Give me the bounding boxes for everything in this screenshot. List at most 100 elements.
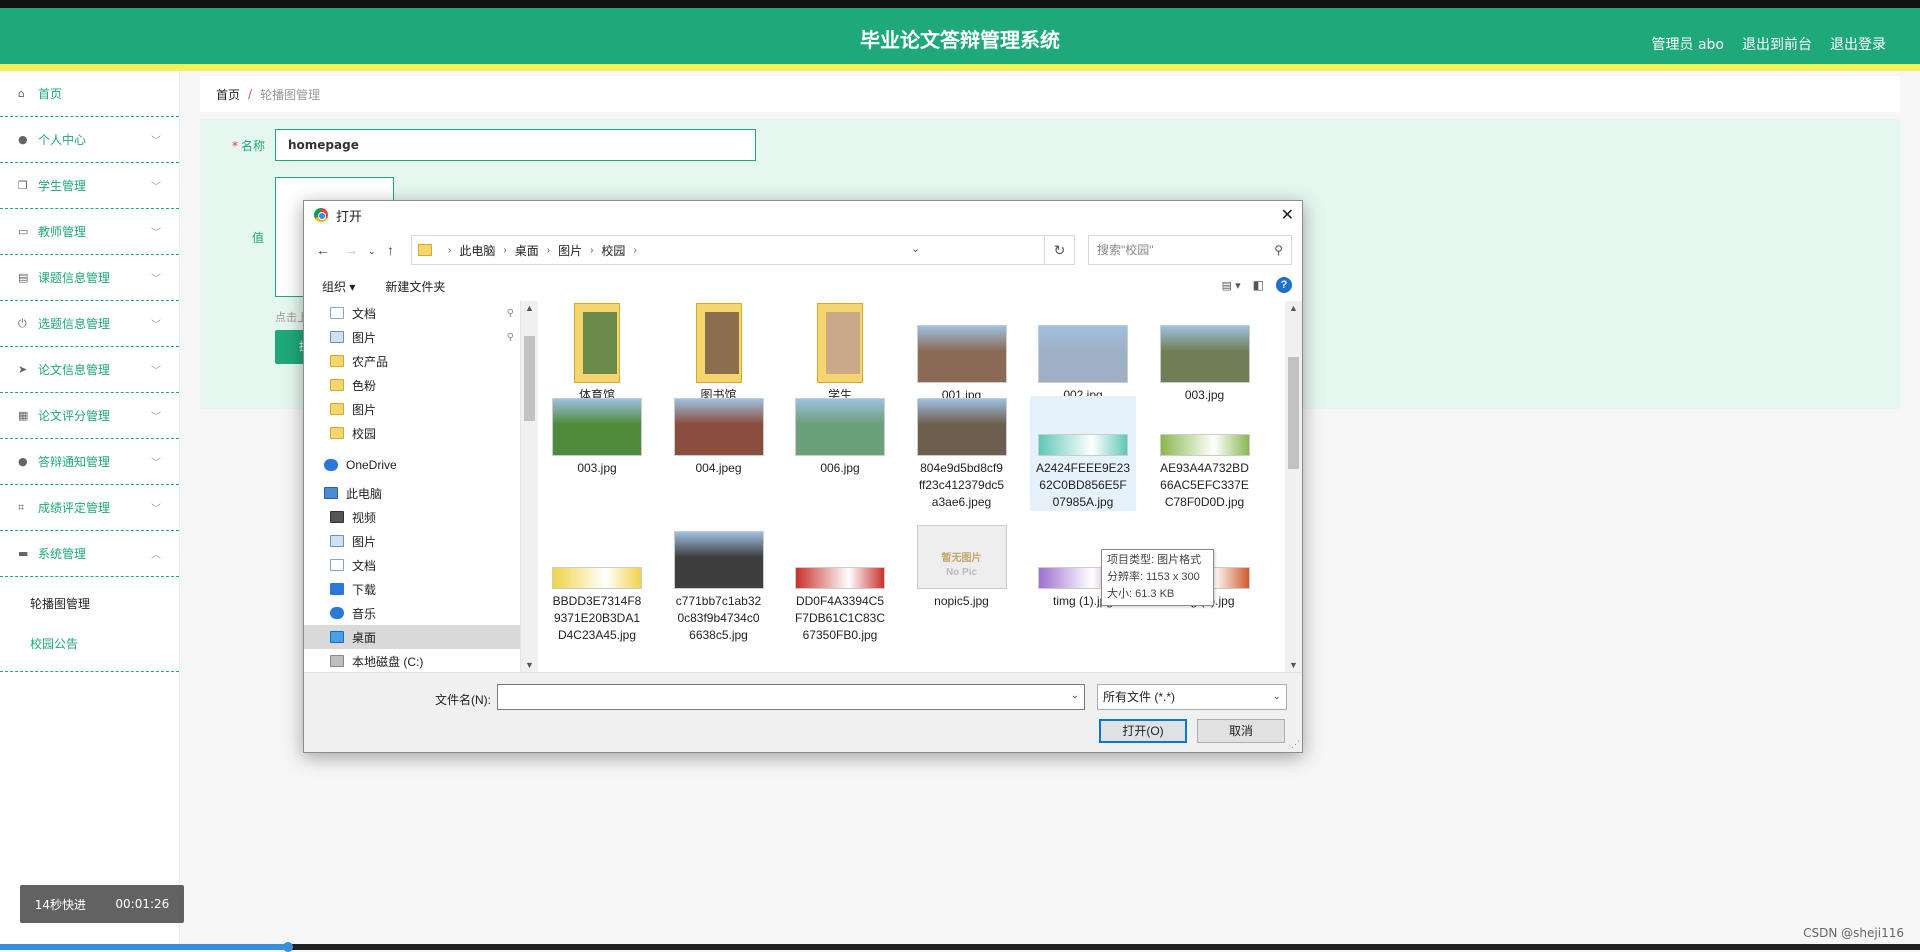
sidebar-item[interactable]: ⌗ 成绩评定管理 ﹀ xyxy=(0,485,179,531)
view-options-icon[interactable]: ▤ ▾ xyxy=(1222,279,1241,292)
address-crumb[interactable]: 图片 xyxy=(558,242,582,259)
tree-item[interactable]: 视频 xyxy=(304,505,520,529)
search-input[interactable]: 搜索"校园" ⚲ xyxy=(1088,235,1292,265)
file-item[interactable]: DD0F4A3394C5 F7DB61C1C83C 67350FB0.jpg xyxy=(787,529,893,644)
preview-pane-icon[interactable]: ◧ xyxy=(1253,278,1264,292)
file-item[interactable]: A2424FEEE9E23 62C0BD856E5F 07985A.jpg xyxy=(1030,396,1136,511)
sidebar-item[interactable]: ❐ 学生管理 ﹀ xyxy=(0,163,179,209)
scroll-thumb[interactable] xyxy=(1288,357,1299,469)
chevron-right-icon[interactable]: › xyxy=(590,245,593,256)
close-icon[interactable]: ✕ xyxy=(1281,205,1294,225)
scroll-thumb[interactable] xyxy=(524,336,535,421)
tree-item-label: 桌面 xyxy=(352,630,377,645)
thumbnail-area: 暂无图片 No Pic xyxy=(909,525,1015,593)
address-crumb[interactable]: 桌面 xyxy=(515,242,539,259)
file-item[interactable]: BBDD3E7314F8 9371E20B3DA1 D4C23A45.jpg xyxy=(544,529,650,644)
file-item[interactable]: 004.jpeg xyxy=(666,396,772,477)
address-bar[interactable]: › 此电脑 › 桌面 › 图片 › 校园 › xyxy=(411,235,1045,265)
chevron-down-icon: ﹀ xyxy=(151,366,161,377)
sidebar-item[interactable]: ⏻ 选题信息管理 ﹀ xyxy=(0,301,179,347)
filename-input[interactable]: ⌄ xyxy=(497,684,1085,710)
file-item[interactable]: 003.jpg xyxy=(1152,303,1258,404)
file-item[interactable]: 002.jpg xyxy=(1030,303,1136,404)
open-button[interactable]: 打开(O) xyxy=(1099,719,1187,743)
help-icon[interactable]: ? xyxy=(1276,277,1292,293)
scroll-down-icon[interactable]: ▼ xyxy=(525,660,534,670)
tree-item[interactable]: 音乐 xyxy=(304,601,520,625)
tree-item[interactable]: 下载 xyxy=(304,577,520,601)
scroll-up-icon[interactable]: ▲ xyxy=(525,303,534,313)
file-item[interactable]: 001.jpg xyxy=(909,303,1015,404)
submenu-item[interactable]: 轮播图管理 xyxy=(0,583,179,623)
tree-item[interactable]: 图片 ⚲ xyxy=(304,325,520,349)
video-progress-knob[interactable] xyxy=(283,942,293,952)
submenu-item[interactable]: 校园公告 xyxy=(0,623,179,663)
sidebar-item[interactable]: ● 答辩通知管理 ﹀ xyxy=(0,439,179,485)
tree-item-label: 图片 xyxy=(352,402,377,417)
forward-arrow-icon[interactable]: → xyxy=(344,242,358,258)
tree-item[interactable]: 此电脑 xyxy=(304,481,520,505)
sidebar-item[interactable]: ⌂ 首页 xyxy=(0,71,179,117)
filetype-select[interactable]: 所有文件 (*.*) ⌄ xyxy=(1097,684,1287,710)
tree-item[interactable]: 文档 ⚲ xyxy=(304,301,520,325)
cloud-icon xyxy=(324,459,338,471)
sidebar-item-label: 论文信息管理 xyxy=(38,363,111,377)
chevron-down-icon[interactable]: ⌄ xyxy=(1071,690,1079,701)
video-progress-fill xyxy=(0,944,288,950)
document-icon xyxy=(330,307,344,319)
folder-thumbnail xyxy=(574,303,620,383)
tree-item[interactable]: 桌面 xyxy=(304,625,520,649)
back-to-front-link[interactable]: 退出到前台 xyxy=(1742,34,1812,54)
chevron-right-icon[interactable]: › xyxy=(547,245,550,256)
file-name: 006.jpg xyxy=(820,461,860,475)
admin-label: 管理员 abo xyxy=(1651,37,1724,53)
address-crumb[interactable]: 此电脑 xyxy=(459,242,495,259)
file-item[interactable]: c771bb7c1ab32 0c83f9b4734c0 6638c5.jpg xyxy=(666,529,772,644)
folder-item[interactable]: 体育馆 xyxy=(544,303,650,404)
tree-item[interactable]: 校园 xyxy=(304,421,520,445)
file-item[interactable]: 804e9d5bd8cf9 ff23c412379dc5 a3ae6.jpeg xyxy=(909,396,1015,511)
sidebar-item[interactable]: ▭ 教师管理 ﹀ xyxy=(0,209,179,255)
sidebar-item-label: 课题信息管理 xyxy=(38,271,111,285)
refresh-icon[interactable]: ↻ xyxy=(1045,235,1075,265)
resize-grip-icon[interactable]: ⋰ xyxy=(1291,739,1300,750)
folder-item[interactable]: 学生 xyxy=(787,303,893,404)
file-item[interactable]: AE93A4A732BD 66AC5EFC337E C78F0D0D.jpg xyxy=(1152,396,1258,511)
address-dropdown-icon[interactable]: ⌄ xyxy=(911,242,920,255)
recent-chevron-icon[interactable]: ⌄ xyxy=(368,246,376,257)
tree-item[interactable]: 农产品 xyxy=(304,349,520,373)
folder-item[interactable]: 图书馆 xyxy=(666,303,772,404)
scroll-up-icon[interactable]: ▲ xyxy=(1289,303,1298,313)
tree-item[interactable]: 色粉 xyxy=(304,373,520,397)
back-arrow-icon[interactable]: ← xyxy=(316,242,330,258)
breadcrumb-home[interactable]: 首页 xyxy=(216,86,240,103)
file-item[interactable]: 003.jpg xyxy=(544,396,650,477)
tree-item-label: 图片 xyxy=(352,330,377,345)
speed-label[interactable]: 14秒快进 xyxy=(35,896,86,913)
organize-menu[interactable]: 组织 ▾ xyxy=(322,278,355,295)
new-folder-button[interactable]: 新建文件夹 xyxy=(385,278,445,295)
grid-scrollbar[interactable]: ▲ ▼ xyxy=(1285,301,1302,672)
file-item[interactable]: 006.jpg xyxy=(787,396,893,477)
tree-item[interactable]: 图片 xyxy=(304,529,520,553)
sidebar-item[interactable]: ● 个人中心 ﹀ xyxy=(0,117,179,163)
sidebar-item[interactable]: ▦ 论文评分管理 ﹀ xyxy=(0,393,179,439)
chevron-right-icon[interactable]: › xyxy=(503,245,506,256)
tree-item[interactable]: 图片 xyxy=(304,397,520,421)
tree-item[interactable]: 文档 xyxy=(304,553,520,577)
cancel-button[interactable]: 取消 xyxy=(1197,719,1285,743)
sidebar-item[interactable]: ▤ 课题信息管理 ﹀ xyxy=(0,255,179,301)
scroll-down-icon[interactable]: ▼ xyxy=(1289,660,1298,670)
address-crumb[interactable]: 校园 xyxy=(601,242,625,259)
value-label: 值 xyxy=(252,231,265,245)
up-arrow-icon[interactable]: ↑ xyxy=(387,242,394,258)
tree-item[interactable]: OneDrive xyxy=(304,453,520,477)
file-item[interactable]: 暂无图片 No Pic nopic5.jpg xyxy=(909,525,1015,610)
chevron-right-icon[interactable]: › xyxy=(633,245,636,256)
tree-item[interactable]: 本地磁盘 (C:) xyxy=(304,649,520,672)
tree-scrollbar[interactable]: ▲ ▼ xyxy=(521,301,538,672)
sidebar-item[interactable]: ▬ 系统管理 ︿ xyxy=(0,531,179,577)
sidebar-item[interactable]: ➤ 论文信息管理 ﹀ xyxy=(0,347,179,393)
logout-link[interactable]: 退出登录 xyxy=(1830,34,1886,54)
name-input[interactable]: homepage xyxy=(275,129,756,161)
